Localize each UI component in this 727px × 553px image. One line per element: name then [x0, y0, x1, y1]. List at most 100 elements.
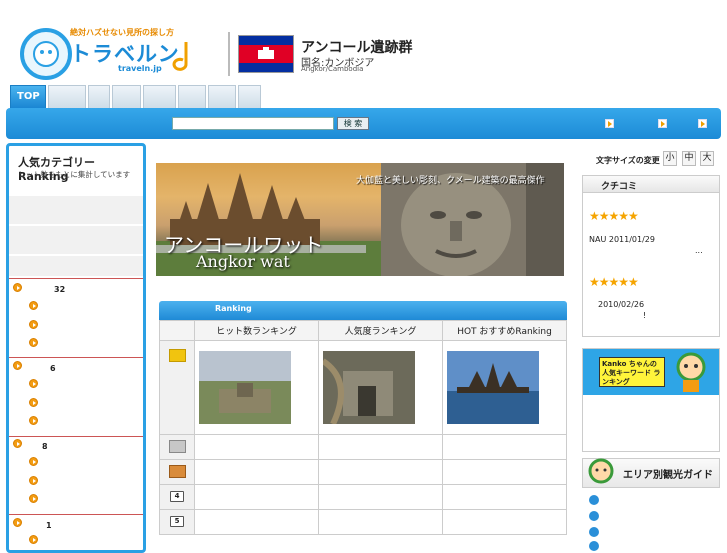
ranking-cell: [318, 434, 443, 460]
hot-ranking-header: HOT おすすめRanking: [442, 320, 567, 341]
area-number-icon[interactable]: [589, 541, 599, 551]
rank-cell: 5: [159, 509, 195, 535]
table-row: [159, 459, 567, 485]
rating-stars: ★★★★★: [589, 275, 639, 289]
review-meta: 2010/02/26: [598, 300, 645, 309]
ranking-cell: [194, 509, 319, 535]
rank-cell: [159, 340, 195, 435]
tab-3[interactable]: [88, 85, 110, 108]
review-meta: NAU 2011/01/29: [589, 235, 655, 244]
cambodia-flag-icon: [238, 35, 294, 73]
angkor-aerial-image[interactable]: [199, 351, 291, 424]
review-text[interactable]: !: [643, 311, 646, 320]
area-guide-title: エリア別観光ガイド: [623, 470, 713, 481]
silver-crown-icon: [169, 440, 186, 453]
logo-tagline: 絶対ハズせない見所の探し方: [70, 28, 174, 37]
reviews-title: クチコミ: [583, 176, 719, 193]
area-number-icon[interactable]: [589, 527, 599, 537]
bullet-icon[interactable]: [29, 338, 38, 347]
area-guide-header[interactable]: エリア別観光ガイド: [582, 458, 720, 488]
bullet-icon[interactable]: [29, 398, 38, 407]
area-number-icon[interactable]: [589, 495, 599, 505]
ranking-cell: [442, 484, 567, 510]
font-size-label: 文字サイズの変更: [596, 156, 660, 165]
popularity-ranking-header: 人気度ランキング: [318, 320, 443, 341]
bullet-icon[interactable]: [29, 379, 38, 388]
sidebar-separator: [9, 357, 143, 358]
table-row: 4: [159, 484, 567, 510]
category-count: 8: [42, 442, 48, 451]
ranking-cell: [442, 459, 567, 485]
ranking-thumbnail[interactable]: [442, 340, 567, 435]
font-size-large-button[interactable]: 大: [700, 151, 714, 166]
search-button[interactable]: 検 索: [337, 117, 369, 130]
nav-arrow-icon[interactable]: [605, 119, 614, 128]
tab-2[interactable]: [48, 85, 86, 108]
sidebar-subtitle: ヒット数をもとに集計しています: [18, 170, 131, 179]
tab-6[interactable]: [178, 85, 206, 108]
sidebar-separator: [9, 436, 143, 437]
category-ranking-sidebar: 人気カテゴリーRanking ヒット数をもとに集計しています 32 6 8 1: [6, 143, 146, 553]
tab-4[interactable]: [112, 85, 141, 108]
bullet-icon[interactable]: [13, 439, 22, 448]
angkor-wat-banner[interactable]: 大伽藍と美しい彫刻、クメール建築の最高傑作 アンコールワット Angkor wa…: [156, 163, 564, 276]
ta-prohm-image[interactable]: [321, 351, 415, 426]
kanko-chan-icon: [588, 458, 614, 484]
ranking-header: Ranking: [159, 301, 567, 320]
bullet-icon[interactable]: [29, 457, 38, 466]
bullet-icon[interactable]: [29, 320, 38, 329]
category-count: 1: [46, 521, 52, 530]
search-input[interactable]: [172, 117, 334, 130]
bullet-icon[interactable]: [13, 283, 22, 292]
bullet-icon[interactable]: [29, 476, 38, 485]
review-text[interactable]: ...: [695, 246, 703, 255]
font-size-small-button[interactable]: 小: [663, 151, 677, 166]
rank-number: 5: [170, 516, 184, 527]
area-number-icon[interactable]: [589, 511, 599, 521]
keyword-ranking-banner[interactable]: Kanko ちゃんの 人気キーワード ランキング: [583, 349, 719, 395]
nav-arrow-icon[interactable]: [658, 119, 667, 128]
rank-cell: 4: [159, 484, 195, 510]
kanko-chan-mascot-icon: [676, 352, 706, 392]
tab-5[interactable]: [143, 85, 176, 108]
ranking-thumbnail[interactable]: [194, 340, 319, 435]
font-size-medium-button[interactable]: 中: [682, 151, 696, 166]
sidebar-blank: [9, 196, 143, 224]
header-divider: [228, 32, 230, 76]
ranking-cell: [194, 459, 319, 485]
table-row: 5: [159, 509, 567, 535]
rank-cell: [159, 434, 195, 460]
nav-arrow-icon[interactable]: [698, 119, 707, 128]
ranking-cell: [194, 484, 319, 510]
gold-crown-icon: [169, 349, 186, 362]
bullet-icon[interactable]: [13, 518, 22, 527]
rating-stars: ★★★★★: [589, 209, 639, 223]
banner-title-en: Angkor wat: [196, 252, 290, 271]
ranking-cell: [442, 434, 567, 460]
table-row: [159, 434, 567, 460]
bullet-icon[interactable]: [29, 535, 38, 544]
bullet-icon[interactable]: [29, 301, 38, 310]
bullet-icon[interactable]: [13, 361, 22, 370]
hit-ranking-header: ヒット数ランキング: [194, 320, 319, 341]
bullet-icon[interactable]: [29, 494, 38, 503]
sidebar-separator: [9, 278, 143, 279]
tab-top[interactable]: TOP: [10, 85, 46, 108]
tab-7[interactable]: [208, 85, 236, 108]
keyword-ranking-box: Kanko ちゃんの 人気キーワード ランキング: [582, 348, 720, 452]
ranking-cell: [442, 509, 567, 535]
ranking-cell: [318, 459, 443, 485]
ranking-cell: [318, 484, 443, 510]
rank-cell: [159, 459, 195, 485]
tab-8[interactable]: [238, 85, 261, 108]
logo-domain: traveln.jp: [118, 64, 162, 73]
ranking-thumbnail[interactable]: [318, 340, 443, 435]
bronze-crown-icon: [169, 465, 186, 478]
ranking-cell: [194, 434, 319, 460]
banner-tagline: 大伽藍と美しい彫刻、クメール建築の最高傑作: [356, 176, 545, 186]
ranking-table: ヒット数ランキング 人気度ランキング HOT おすすめRanking 4 5: [159, 320, 567, 535]
sidebar-separator: [9, 514, 143, 515]
category-count: 6: [50, 364, 56, 373]
bullet-icon[interactable]: [29, 416, 38, 425]
angkor-sunset-image[interactable]: [447, 351, 539, 424]
